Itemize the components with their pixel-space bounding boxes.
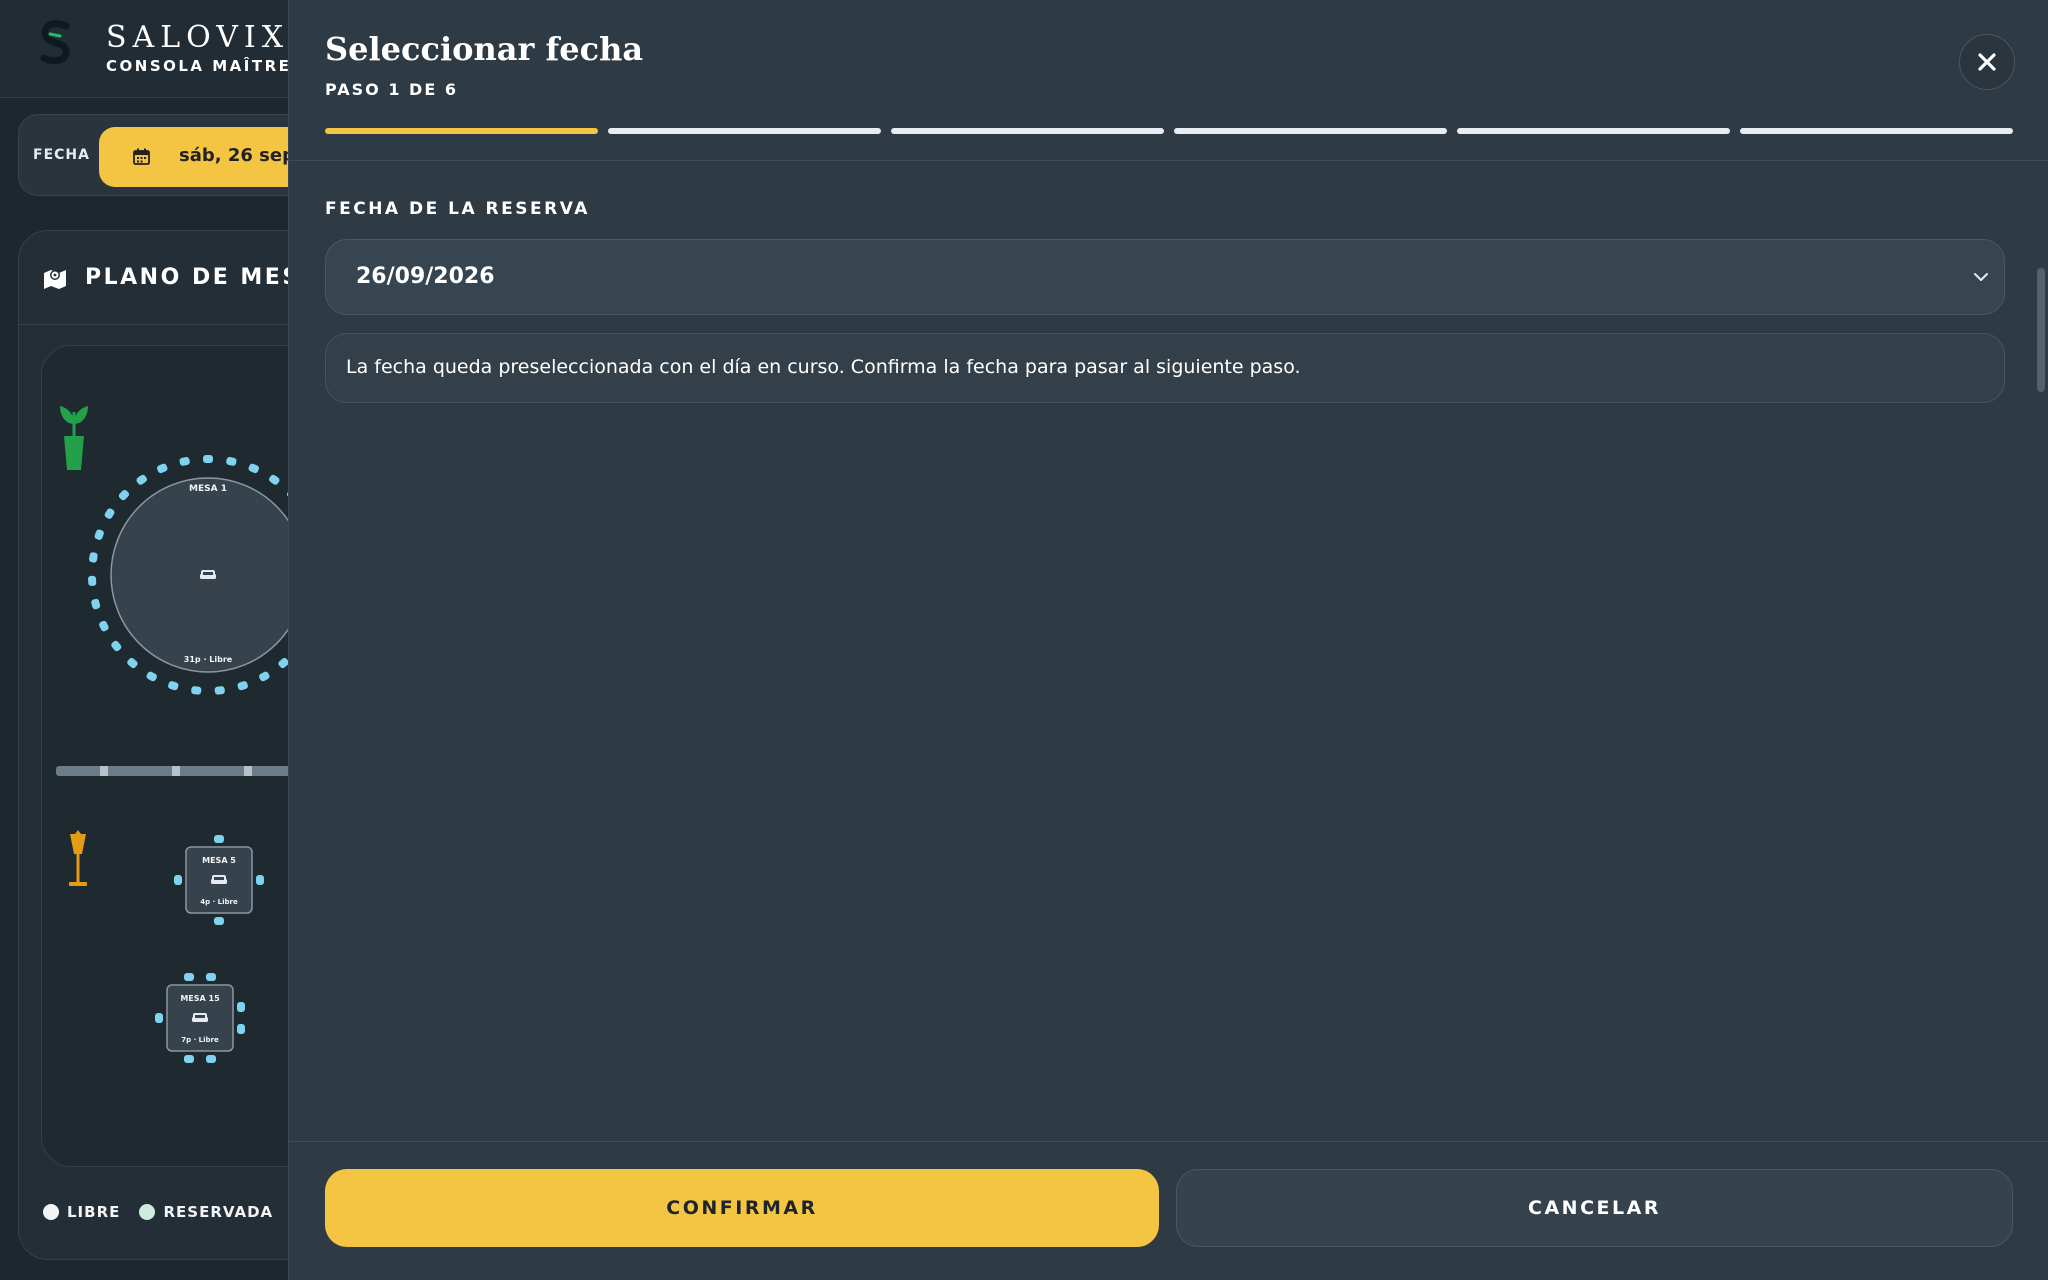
- seat: [226, 456, 237, 466]
- lamp-icon: [69, 830, 87, 886]
- brand-subtitle: CONSOLA MAÎTRE ·: [106, 57, 308, 75]
- plant-icon: [60, 406, 88, 470]
- floor-canvas: MESA 1 31p · Libre MESA 5 4p · Libre MES…: [41, 345, 318, 1167]
- floor-plan-card: PLANO DE MESAS MESA 1 31p · Libre MESA 5…: [18, 230, 318, 1260]
- table-name: MESA 15: [180, 994, 220, 1003]
- floor-plan-drawing: MESA 1 31p · Libre MESA 5 4p · Libre MES…: [56, 406, 318, 1063]
- progress-segment: [1457, 128, 1730, 134]
- date-info-box: La fecha queda preseleccionada con el dí…: [325, 333, 2005, 403]
- seat: [89, 552, 98, 563]
- dialog-step-indicator: PASO 1 DE 6: [325, 80, 458, 99]
- seat: [184, 973, 194, 981]
- seat: [168, 681, 179, 691]
- progress-segment: [891, 128, 1164, 134]
- seat: [99, 620, 109, 632]
- table-name: MESA 1: [189, 484, 227, 494]
- seat: [206, 1055, 216, 1063]
- progress-segment: [608, 128, 881, 134]
- cancel-button[interactable]: CANCELAR: [1176, 1169, 2013, 1247]
- status-legend: LIBRE RESERVADA: [43, 1203, 317, 1233]
- seat: [206, 973, 216, 981]
- seat: [111, 640, 122, 652]
- seat: [91, 598, 101, 610]
- table-mesa-1[interactable]: MESA 1 31p · Libre: [88, 455, 318, 695]
- seat: [259, 671, 270, 682]
- seat: [203, 455, 213, 463]
- legend-label: RESERVADA: [163, 1203, 274, 1221]
- legend-item-libre: LIBRE: [43, 1203, 120, 1221]
- legend-dot: [43, 1204, 59, 1220]
- date-bar: FECHA sáb, 26 sept: [18, 114, 339, 196]
- legend-item-reservada: RESERVADA: [139, 1203, 273, 1221]
- chevron-down-icon: [1974, 273, 1988, 281]
- seat: [155, 1013, 163, 1023]
- salovix-logo-icon: [40, 20, 70, 65]
- seat: [179, 456, 190, 466]
- step-progress-bar: [325, 128, 2013, 134]
- app-header: SALOVIX CONSOLA MAÎTRE ·: [0, 0, 305, 98]
- seat: [237, 1002, 245, 1012]
- dialog-title: Seleccionar fecha: [325, 30, 644, 68]
- sofa-icon: [192, 1013, 208, 1022]
- date-field-label: FECHA DE LA RESERVA: [325, 199, 590, 219]
- seat: [118, 489, 130, 501]
- seat: [136, 474, 147, 485]
- seat: [174, 875, 182, 885]
- seat: [104, 508, 115, 519]
- dialog-header: Seleccionar fecha PASO 1 DE 6: [289, 0, 2048, 161]
- seat: [214, 686, 225, 695]
- floor-plan-title: PLANO DE MESAS: [85, 265, 318, 290]
- table-status: 31p · Libre: [184, 655, 233, 664]
- seat: [248, 463, 259, 474]
- seat: [94, 529, 104, 540]
- close-button[interactable]: [1959, 34, 2015, 90]
- legend-label: LIBRE: [67, 1203, 121, 1221]
- map-pin-icon: [44, 270, 66, 289]
- close-icon: [1978, 53, 1996, 71]
- seat: [237, 1024, 245, 1034]
- brand-name: SALOVIX: [106, 20, 290, 55]
- confirm-button[interactable]: CONFIRMAR: [325, 1169, 1159, 1247]
- seat: [157, 463, 168, 474]
- date-bar-label: FECHA: [33, 147, 90, 163]
- select-date-dialog: Seleccionar fecha PASO 1 DE 6 FECHA DE L…: [288, 0, 2048, 1280]
- seat: [214, 917, 224, 925]
- sofa-icon: [200, 570, 216, 579]
- seat: [214, 835, 224, 843]
- seat: [237, 681, 248, 691]
- sofa-icon: [211, 875, 227, 884]
- seat: [127, 657, 138, 669]
- table-name: MESA 5: [202, 856, 236, 865]
- table-mesa-5[interactable]: MESA 5 4p · Libre: [174, 835, 264, 925]
- date-select[interactable]: 26/09/2026: [325, 239, 2005, 315]
- table-status: 4p · Libre: [200, 898, 238, 906]
- seat: [191, 686, 202, 695]
- progress-segment: [1174, 128, 1447, 134]
- room-divider: [56, 766, 317, 776]
- seat: [146, 671, 157, 682]
- legend-dot: [139, 1204, 156, 1220]
- date-info-text: La fecha queda preseleccionada con el dí…: [346, 356, 1301, 378]
- dialog-footer: CONFIRMAR CANCELAR: [289, 1141, 2048, 1280]
- seat: [269, 474, 280, 485]
- calendar-icon: [133, 148, 150, 165]
- dialog-scrollbar[interactable]: [2037, 268, 2045, 392]
- seat: [184, 1055, 194, 1063]
- table-status: 7p · Libre: [181, 1036, 219, 1044]
- seat: [256, 875, 264, 885]
- progress-segment: [325, 128, 598, 134]
- progress-segment: [1740, 128, 2013, 134]
- seat: [88, 575, 97, 586]
- floor-plan-header: PLANO DE MESAS: [19, 231, 317, 325]
- date-pill-text: sáb, 26 sept: [179, 145, 304, 166]
- date-select-value: 26/09/2026: [356, 264, 495, 289]
- table-mesa-15[interactable]: MESA 15 7p · Libre: [155, 973, 245, 1063]
